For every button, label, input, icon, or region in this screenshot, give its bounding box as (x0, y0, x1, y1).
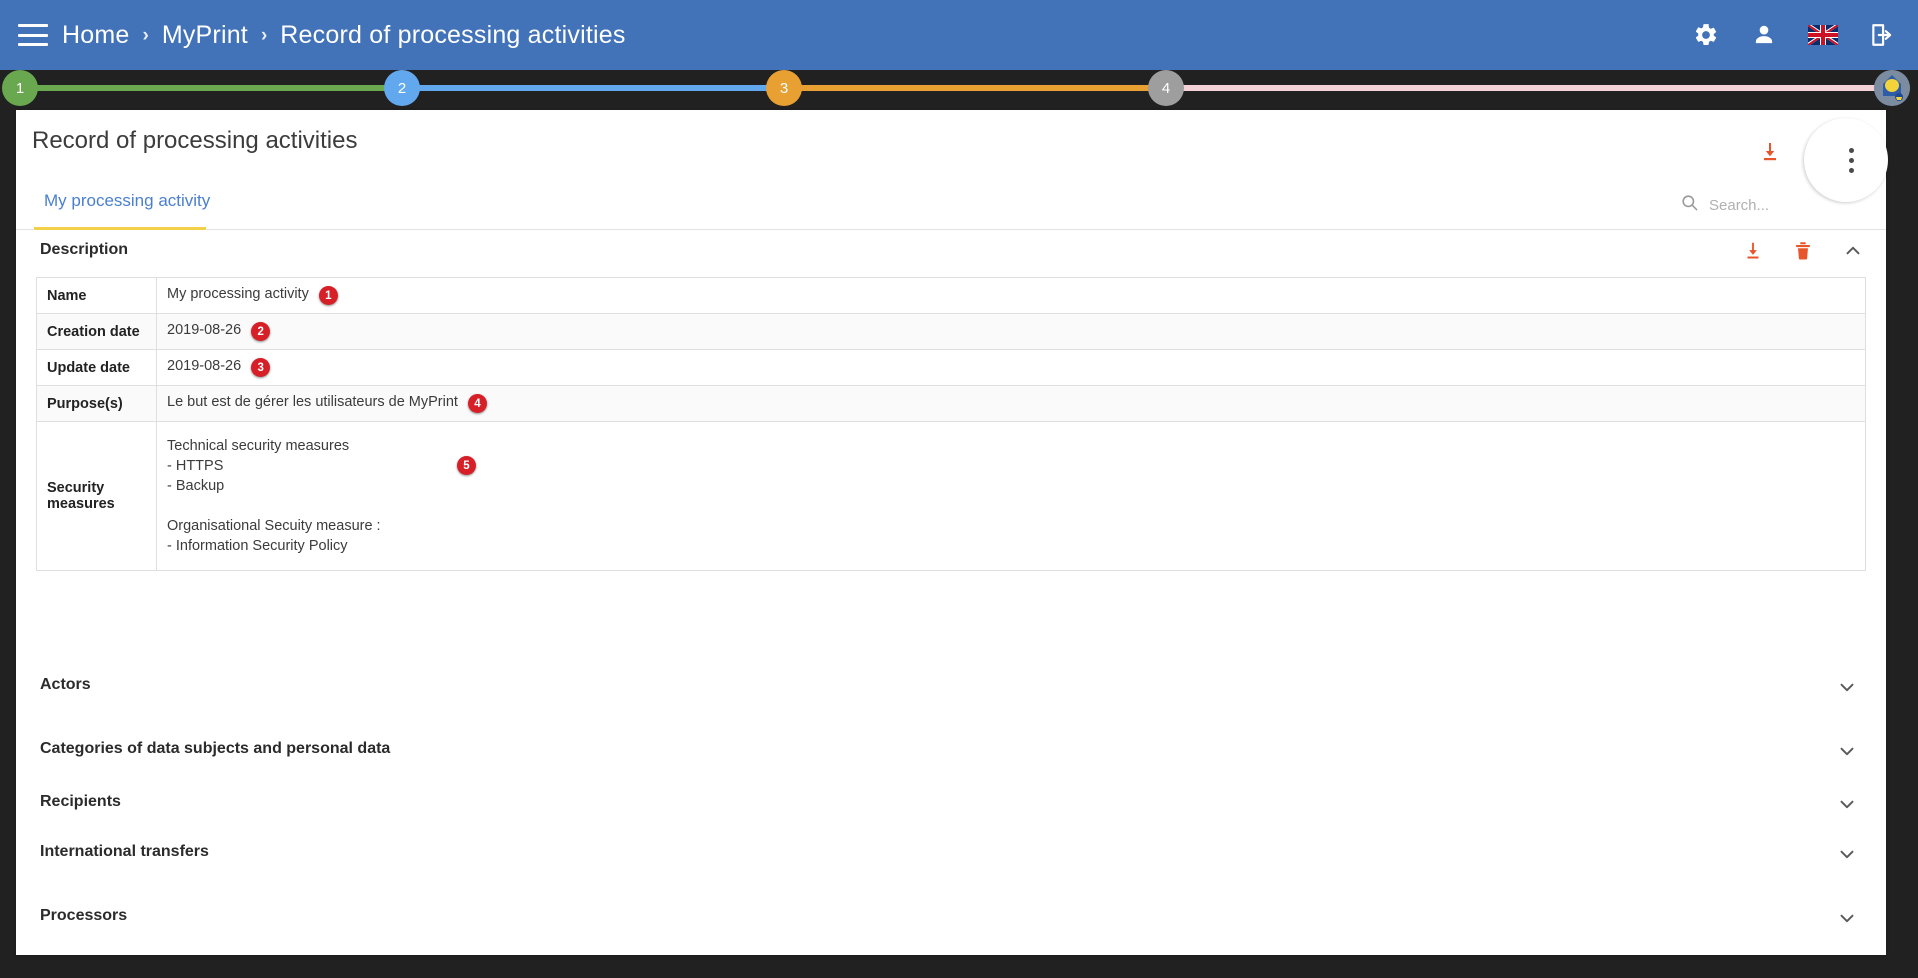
row-label: Creation date (36, 313, 157, 350)
section-header-actors[interactable]: Actors (16, 675, 1886, 737)
more-vertical-icon (1848, 147, 1854, 173)
chevron-down-icon[interactable] (1836, 740, 1858, 767)
breadcrumb-item-record[interactable]: Record of processing activities (280, 21, 625, 50)
section-header-recipients[interactable]: Recipients (16, 792, 1886, 842)
language-flag-uk-icon[interactable] (1808, 25, 1838, 45)
row-value-text: 2019-08-26 (167, 322, 242, 338)
settings-gear-icon[interactable] (1692, 21, 1720, 49)
progress-stepper: 1 2 3 4 (0, 70, 1918, 106)
row-value-text: My processing activity (167, 286, 309, 302)
app-bar-actions (1692, 21, 1896, 49)
main-content-card: Record of processing activities My proce… (16, 110, 1888, 958)
section-title-description: Description (40, 241, 129, 258)
breadcrumb-item-myprint[interactable]: MyPrint (162, 21, 248, 50)
section-title-processors: Processors (40, 907, 128, 924)
annotation-marker-5: 5 (457, 456, 476, 475)
table-row: Update date 2019-08-26 3 (36, 349, 1866, 386)
section-title-actors: Actors (40, 676, 91, 693)
top-app-bar: Home › MyPrint › Record of processing ac… (0, 0, 1918, 70)
tab-my-processing-activity[interactable]: My processing activity (38, 191, 216, 222)
row-value: 2019-08-26 3 (156, 349, 1866, 386)
chevron-down-icon[interactable] (1836, 843, 1858, 870)
row-value-text: Le but est de gérer les utilisateurs de … (167, 394, 458, 410)
download-icon[interactable] (1758, 140, 1782, 164)
table-row: Creation date 2019-08-26 2 (36, 313, 1866, 350)
search-box[interactable] (1680, 193, 1860, 217)
section-header-international-transfers[interactable]: International transfers (16, 842, 1886, 894)
chevron-down-icon[interactable] (1836, 907, 1858, 934)
breadcrumb-separator-icon: › (260, 24, 268, 46)
download-icon[interactable] (1742, 240, 1764, 262)
annotation-marker-2: 2 (251, 322, 271, 341)
stepper-segment-3 (782, 85, 1168, 91)
logout-icon[interactable] (1868, 21, 1896, 49)
annotation-marker-3: 3 (251, 358, 271, 377)
stepper-node-5-logo-icon[interactable] (1874, 70, 1910, 106)
user-account-icon[interactable] (1750, 21, 1778, 49)
table-row: Security measures Technical security mea… (36, 421, 1866, 571)
chevron-up-icon[interactable] (1842, 240, 1864, 262)
row-value: My processing activity 1 (156, 277, 1866, 314)
tab-active-indicator (34, 227, 206, 230)
breadcrumb: Home › MyPrint › Record of processing ac… (62, 21, 626, 50)
chevron-down-icon[interactable] (1836, 793, 1858, 820)
breadcrumb-item-home[interactable]: Home (62, 21, 130, 50)
tab-bar: My processing activity (16, 185, 1886, 230)
annotation-marker-1: 1 (318, 286, 338, 305)
section-action-icons (1742, 240, 1864, 262)
row-label: Name (36, 277, 157, 314)
breadcrumb-separator-icon: › (142, 24, 149, 46)
delete-trash-icon[interactable] (1792, 240, 1814, 262)
stepper-segment-4 (1166, 85, 1882, 91)
section-header-description[interactable]: Description (16, 232, 1886, 272)
row-value-text: 2019-08-26 (167, 358, 242, 374)
annotation-marker-4: 4 (467, 394, 487, 413)
stepper-node-1[interactable]: 1 (2, 70, 38, 106)
search-input[interactable] (1707, 195, 1847, 215)
page-title: Record of processing activities (32, 127, 358, 154)
description-table: Name My processing activity 1 Creation d… (36, 277, 1866, 571)
hamburger-menu-icon[interactable] (18, 24, 48, 46)
section-title-recipients: Recipients (40, 793, 121, 810)
row-label: Security measures (36, 421, 157, 571)
section-title-international-transfers: International transfers (40, 843, 209, 860)
stepper-segment-1 (18, 85, 402, 91)
row-value: Le but est de gérer les utilisateurs de … (156, 385, 1866, 422)
row-value: 2019-08-26 2 (156, 313, 1866, 350)
stepper-node-4[interactable]: 4 (1148, 70, 1184, 106)
table-row: Name My processing activity 1 (36, 277, 1866, 314)
table-row: Purpose(s) Le but est de gérer les utili… (36, 385, 1866, 422)
row-value-text: Technical security measures - HTTPS - Ba… (167, 438, 381, 554)
search-icon (1680, 193, 1699, 217)
row-label: Purpose(s) (36, 385, 157, 422)
stepper-segment-2 (400, 85, 786, 91)
row-value: Technical security measures - HTTPS - Ba… (156, 421, 1866, 571)
section-header-processors[interactable]: Processors (16, 906, 1886, 958)
row-label: Update date (36, 349, 157, 386)
stepper-node-3[interactable]: 3 (766, 70, 802, 106)
chevron-down-icon[interactable] (1836, 676, 1858, 703)
stepper-node-2[interactable]: 2 (384, 70, 420, 106)
section-title-categories: Categories of data subjects and personal… (40, 740, 391, 757)
